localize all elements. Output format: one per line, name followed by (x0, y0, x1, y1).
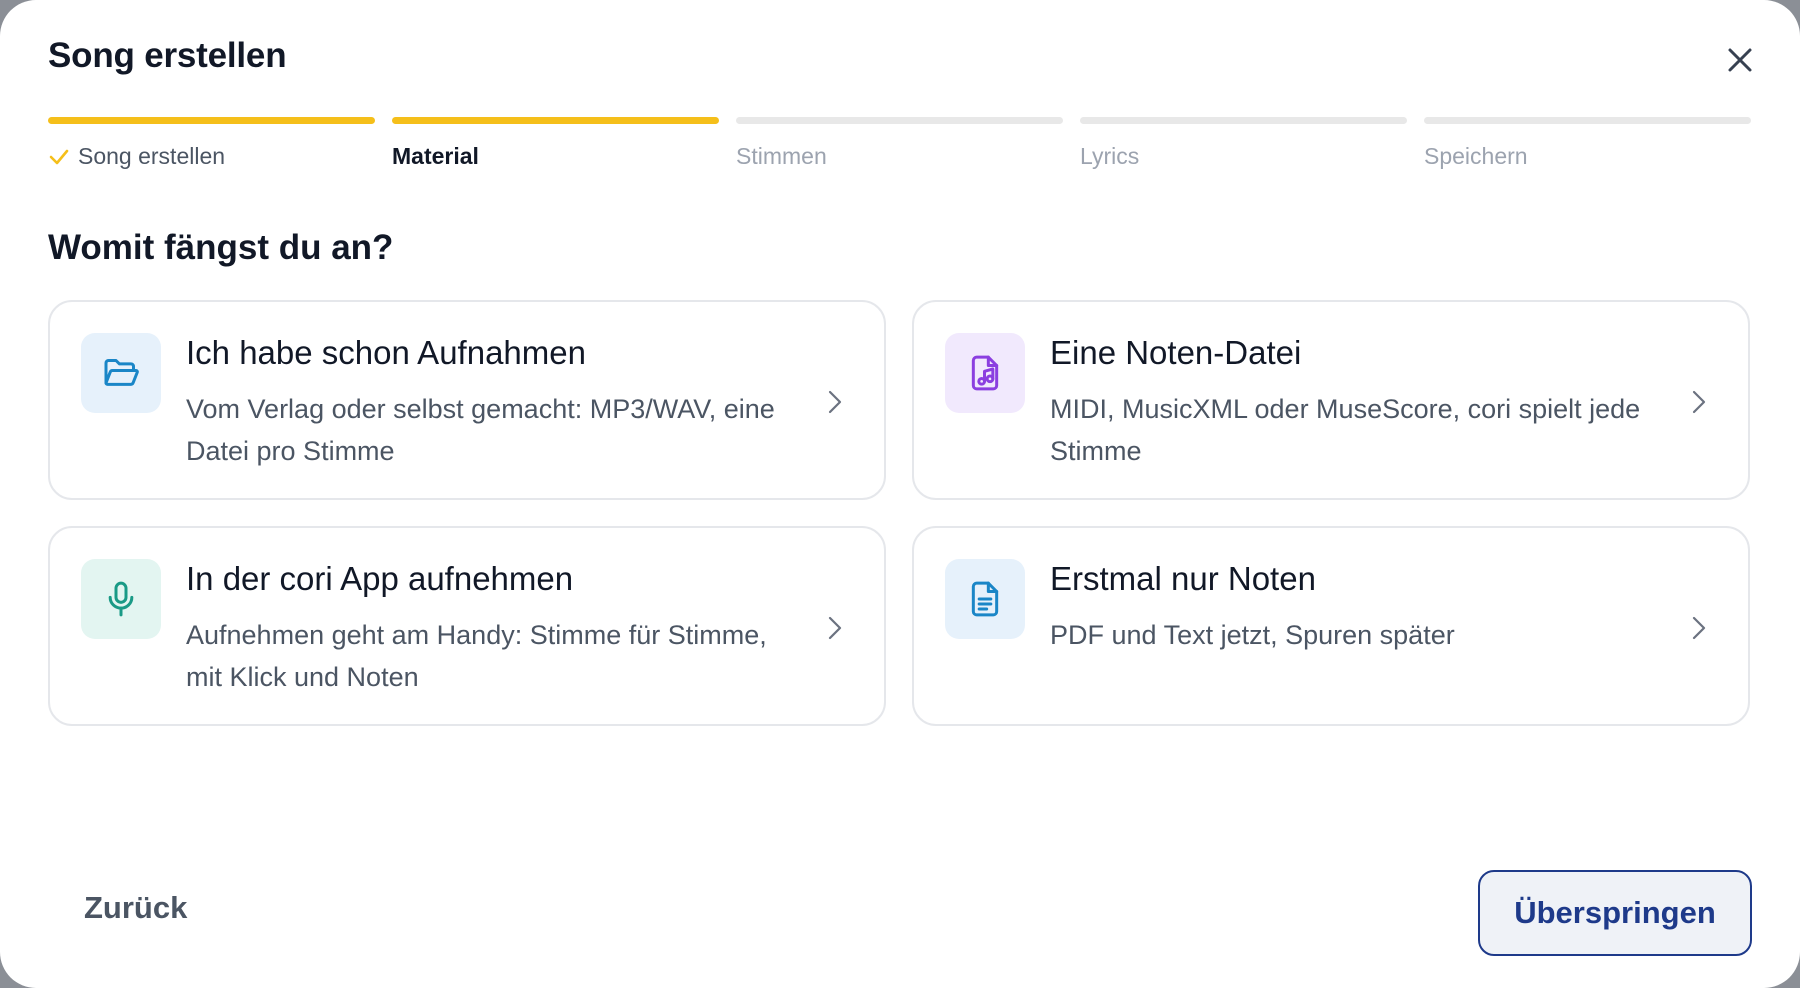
option-title: Erstmal nur Noten (1050, 560, 1316, 597)
question-heading: Womit fängst du an? (48, 228, 394, 267)
step-progress-bar (736, 117, 1063, 124)
close-button[interactable] (1722, 42, 1758, 78)
step-song-erstellen: Song erstellen (48, 117, 375, 170)
option-card-recordings[interactable]: Ich habe schon Aufnahmen Vom Verlag oder… (48, 300, 886, 500)
option-title: Eine Noten-Datei (1050, 334, 1302, 371)
chevron-right-icon (824, 614, 846, 642)
option-card-notes-file[interactable]: Eine Noten-Datei MIDI, MusicXML oder Mus… (912, 300, 1750, 500)
option-card-record-app[interactable]: In der cori App aufnehmen Aufnehmen geht… (48, 526, 886, 726)
document-icon (945, 559, 1025, 639)
step-lyrics: Lyrics (1080, 117, 1407, 170)
option-description: Aufnehmen geht am Handy: Stimme für Stim… (186, 620, 767, 692)
option-description: Vom Verlag oder selbst gemacht: MP3/WAV,… (186, 394, 775, 466)
step-label: Material (392, 143, 479, 169)
step-speichern: Speichern (1424, 117, 1751, 170)
check-icon (48, 146, 70, 168)
back-button[interactable]: Zurück (84, 890, 187, 926)
step-progress-bar (392, 117, 719, 124)
step-progress-bar (1424, 117, 1751, 124)
option-title: In der cori App aufnehmen (186, 560, 574, 597)
option-description: MIDI, MusicXML oder MuseScore, cori spie… (1050, 394, 1641, 466)
option-description: PDF und Text jetzt, Spuren später (1050, 620, 1455, 650)
dialog-title: Song erstellen (48, 36, 287, 75)
step-material: Material (392, 117, 719, 170)
step-label: Lyrics (1080, 143, 1140, 169)
step-label: Song erstellen (78, 143, 226, 169)
chevron-right-icon (824, 388, 846, 416)
step-label: Speichern (1424, 143, 1528, 169)
option-title: Ich habe schon Aufnahmen (186, 334, 586, 371)
music-file-icon (945, 333, 1025, 413)
step-stimmen: Stimmen (736, 117, 1063, 170)
create-song-dialog: Song erstellen Song erstellen Material S… (0, 0, 1800, 988)
step-label: Stimmen (736, 143, 827, 169)
chevron-right-icon (1688, 388, 1710, 416)
microphone-icon (81, 559, 161, 639)
close-icon (1728, 48, 1752, 72)
option-card-notes-only[interactable]: Erstmal nur Noten PDF und Text jetzt, Sp… (912, 526, 1750, 726)
step-progress-bar (48, 117, 375, 124)
chevron-right-icon (1688, 614, 1710, 642)
skip-button[interactable]: Überspringen (1478, 870, 1752, 956)
folder-open-icon (81, 333, 161, 413)
step-progress-bar (1080, 117, 1407, 124)
